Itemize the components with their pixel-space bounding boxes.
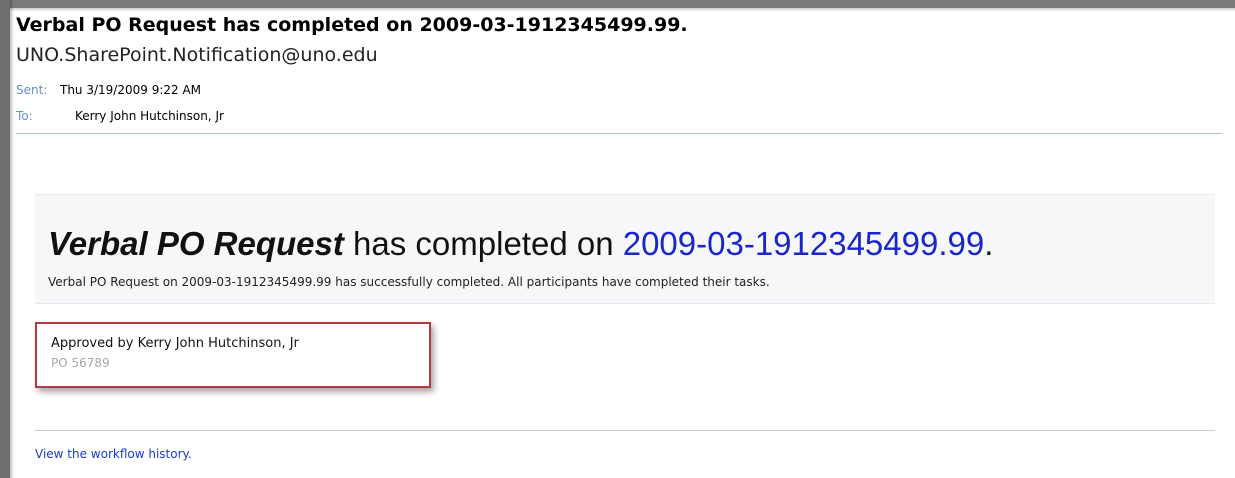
sent-value: Thu 3/19/2009 9:22 AM	[60, 83, 202, 97]
to-row: To: Kerry John Hutchinson, Jr	[16, 109, 224, 123]
headline-middle: has completed on	[343, 225, 623, 262]
footer-divider	[35, 430, 1215, 431]
approval-highlight-box: Approved by Kerry John Hutchinson, Jr PO…	[35, 322, 431, 388]
window-frame-left	[0, 0, 14, 478]
po-number: PO 56789	[51, 356, 110, 370]
to-value[interactable]: Kerry John Hutchinson, Jr	[75, 109, 224, 123]
approved-by-text: Approved by Kerry John Hutchinson, Jr	[51, 336, 299, 351]
headline-date-link[interactable]: 2009-03-1912345499.99	[623, 225, 985, 262]
email-sender[interactable]: UNO.SharePoint.Notification@uno.edu	[16, 44, 378, 66]
to-label: To:	[16, 109, 33, 123]
headline-end: .	[984, 225, 994, 262]
workflow-name: Verbal PO Request	[48, 225, 344, 262]
banner-headline: Verbal PO Request has completed on 2009-…	[48, 225, 993, 263]
notification-banner: Verbal PO Request has completed on 2009-…	[35, 194, 1215, 304]
banner-description: Verbal PO Request on 2009-03-1912345499.…	[48, 275, 770, 289]
view-workflow-history-link[interactable]: View the workflow history.	[35, 447, 192, 461]
window-frame-top	[0, 0, 1235, 12]
sent-row: Sent: Thu 3/19/2009 9:22 AM	[16, 83, 201, 97]
sent-label: Sent:	[16, 83, 48, 97]
header-divider	[16, 133, 1222, 134]
email-subject: Verbal PO Request has completed on 2009-…	[16, 14, 688, 36]
